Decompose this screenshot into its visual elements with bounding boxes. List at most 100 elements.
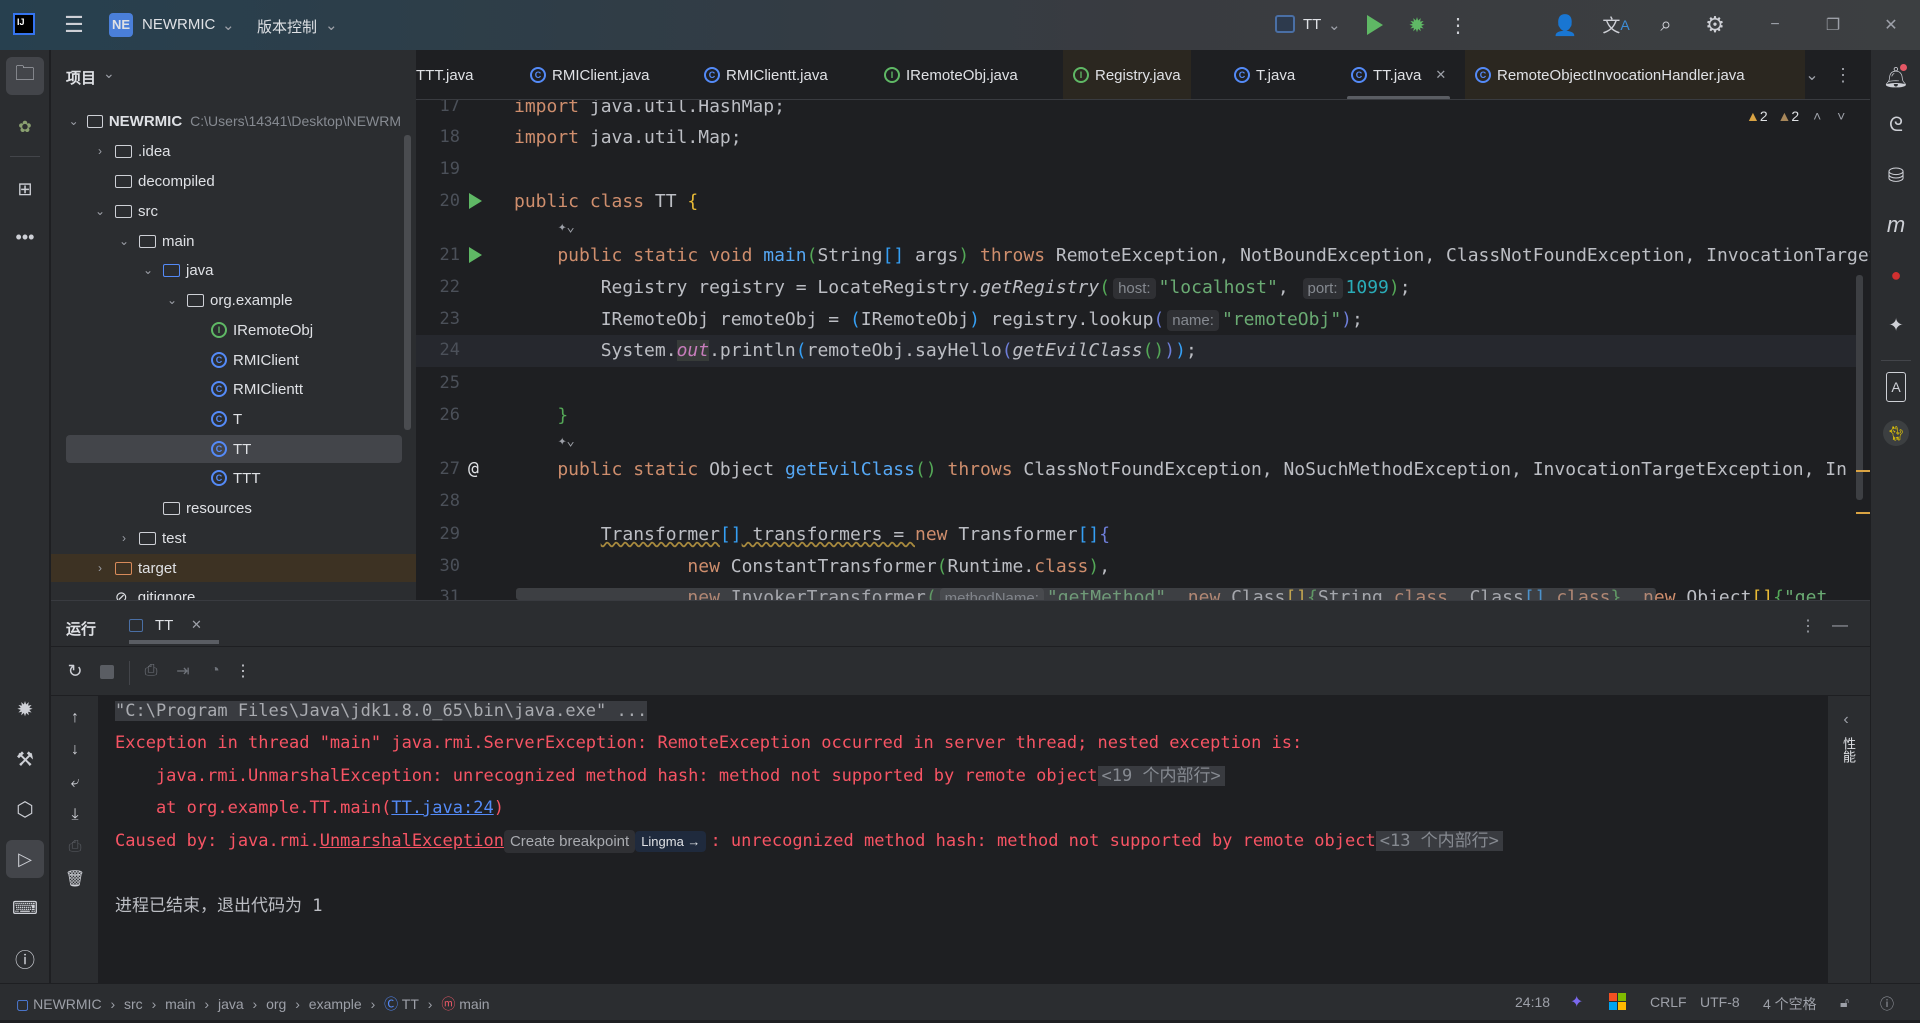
code-editor[interactable]: 17 import java.util.HashMap; 18 import java…: [416, 100, 1870, 600]
lingma-status-icon[interactable]: ✦: [1570, 992, 1583, 1012]
chevron-right-icon[interactable]: ›: [117, 531, 131, 545]
editor-vertical-scrollbar[interactable]: [1856, 275, 1863, 500]
tree-item-rmiclientt[interactable]: C RMIClientt: [51, 375, 401, 403]
hide-panel-icon[interactable]: —: [1831, 615, 1849, 637]
next-highlight-icon[interactable]: ˅: [1837, 108, 1845, 124]
collapse-side-icon[interactable]: ‹: [1837, 709, 1855, 731]
tree-item-idea[interactable]: › .idea: [51, 137, 401, 165]
close-window-icon[interactable]: ✕: [1878, 12, 1904, 38]
problems-status-icon[interactable]: ⓘ: [1880, 994, 1894, 1014]
settings-gear-icon[interactable]: ⚙: [1702, 12, 1728, 38]
tree-item-gitignore[interactable]: ⊘ .gitignore: [51, 583, 401, 601]
maven-icon[interactable]: m: [1881, 210, 1911, 240]
chevron-down-icon[interactable]: ⌄: [67, 114, 80, 128]
chevron-down-icon[interactable]: ⌄: [103, 65, 115, 82]
chevron-down-icon[interactable]: ⌄: [165, 293, 179, 307]
breadcrumb-item[interactable]: main: [459, 996, 489, 1012]
implemented-marker-icon[interactable]: @: [468, 458, 479, 479]
source-link[interactable]: TT.java:24: [391, 798, 493, 818]
rerun-icon[interactable]: ↻: [63, 659, 87, 683]
tab-ttt[interactable]: TTT.java: [416, 50, 484, 99]
tree-item-t[interactable]: CT: [51, 405, 401, 433]
project-name-dropdown[interactable]: NEWRMIC: [142, 16, 215, 33]
minimize-icon[interactable]: −: [1762, 12, 1788, 38]
tree-item-target[interactable]: › target: [51, 554, 416, 582]
breadcrumb-item[interactable]: java: [218, 996, 244, 1012]
exception-link[interactable]: UnmarshalException: [320, 831, 504, 851]
run-panel-more-icon[interactable]: ⋮: [1800, 615, 1816, 637]
chevron-down-icon[interactable]: ⌄: [141, 263, 155, 277]
scroll-to-end-icon[interactable]: ⤓: [63, 803, 87, 827]
tree-item-java[interactable]: ⌄ java: [51, 256, 401, 284]
tree-scrollbar[interactable]: [404, 135, 411, 430]
tree-item-main[interactable]: ⌄ main: [51, 227, 401, 255]
add-user-icon[interactable]: 👤: [1552, 12, 1578, 38]
import-icon[interactable]: ⇥: [171, 659, 195, 683]
build-hammer-icon[interactable]: ⚒: [10, 744, 40, 774]
run-gutter-icon[interactable]: [469, 193, 482, 209]
toolbar-more-icon[interactable]: ⋮: [235, 659, 251, 683]
app-logo-icon[interactable]: IJ: [13, 13, 35, 35]
tree-item-src[interactable]: ⌄ src: [51, 197, 401, 225]
tab-rmiclientt[interactable]: C RMIClientt.java: [694, 50, 838, 99]
run-icon[interactable]: [1367, 15, 1383, 35]
chevron-right-icon[interactable]: ›: [93, 144, 107, 158]
tab-remoteobjectinvocationhandler[interactable]: C RemoteObjectInvocationHandler.java: [1465, 50, 1805, 99]
vcs-dropdown[interactable]: 版本控制: [257, 16, 317, 37]
close-tab-icon[interactable]: ✕: [191, 617, 202, 633]
breadcrumb-item[interactable]: src: [124, 996, 143, 1012]
lingma-button[interactable]: Lingma →: [635, 831, 707, 852]
tab-rmiclient[interactable]: C RMIClient.java: [520, 50, 660, 99]
ai-assistant-icon[interactable]: ᘓ: [1881, 110, 1911, 140]
lingma-inline-icon[interactable]: ✦⌄: [558, 433, 575, 449]
tab-iremoteobj[interactable]: I IRemoteObj.java: [874, 50, 1028, 99]
tree-item-decompiled[interactable]: decompiled: [51, 167, 401, 195]
folded-lines-badge[interactable]: <19 个内部行>: [1097, 766, 1225, 786]
tree-item-tt[interactable]: C TT: [66, 435, 402, 463]
more-tools-icon[interactable]: •••: [10, 222, 40, 252]
tabs-more-icon[interactable]: ⋮: [1834, 62, 1852, 88]
performance-side-label[interactable]: 性能: [1839, 737, 1858, 763]
clear-trash-icon[interactable]: 🗑︎: [63, 867, 87, 891]
console-output[interactable]: "C:\Program Files\Java\jdk1.8.0_65\bin\j…: [98, 695, 1828, 983]
tree-item-resources[interactable]: resources: [51, 494, 401, 522]
run-gutter-icon[interactable]: [469, 247, 482, 263]
project-badge[interactable]: NE: [109, 13, 133, 37]
more-icon[interactable]: ⋮: [1448, 12, 1468, 38]
indent-setting[interactable]: 4 个空格: [1763, 994, 1817, 1014]
database-icon[interactable]: ⛁: [1881, 160, 1911, 190]
problems-icon[interactable]: ⓘ: [10, 943, 40, 973]
close-tab-icon[interactable]: ✕: [1435, 67, 1446, 83]
project-folder-icon[interactable]: 🗀: [6, 57, 44, 95]
cursor-position[interactable]: 24:18: [1515, 994, 1550, 1010]
editor-horizontal-scrollbar[interactable]: [516, 588, 1656, 600]
structure-icon[interactable]: ⊞: [10, 174, 40, 204]
breadcrumb-item[interactable]: main: [165, 996, 195, 1012]
chevron-down-icon[interactable]: ⌄: [117, 234, 131, 248]
dictionary-icon[interactable]: A: [1886, 372, 1906, 402]
plugin-logo-icon[interactable]: ✿: [10, 112, 40, 142]
debug-tool-icon[interactable]: ✹: [10, 694, 40, 724]
read-only-lock-icon[interactable]: 🔓︎: [1840, 994, 1849, 1011]
tab-registry[interactable]: I Registry.java: [1063, 50, 1191, 99]
folded-lines-badge[interactable]: <13 个内部行>: [1375, 831, 1503, 851]
breadcrumb-item[interactable]: NEWRMIC: [33, 996, 101, 1012]
stop-icon[interactable]: [100, 665, 114, 679]
create-breakpoint-button[interactable]: Create breakpoint: [503, 830, 636, 853]
search-icon[interactable]: ⌕: [1653, 12, 1679, 38]
windows-icon[interactable]: [1609, 993, 1626, 1010]
terminal-icon[interactable]: ⌨: [10, 893, 40, 923]
tab-tt[interactable]: C TT.java ✕: [1341, 50, 1456, 99]
breadcrumb-item[interactable]: TT: [402, 996, 419, 1012]
tree-item-rmiclient[interactable]: C RMIClient: [51, 346, 401, 374]
breadcrumb-item[interactable]: org: [266, 996, 286, 1012]
services-icon[interactable]: ⬡: [10, 794, 40, 824]
tree-item-test[interactable]: › test: [51, 524, 401, 552]
run-config-dropdown[interactable]: TT: [1303, 16, 1321, 33]
screenshot-icon[interactable]: ⎙: [139, 659, 163, 683]
line-separator[interactable]: CRLF: [1650, 994, 1687, 1010]
main-menu-icon[interactable]: ☰: [62, 12, 86, 37]
breadcrumb-item[interactable]: example: [309, 996, 362, 1012]
run-tab[interactable]: TT ✕: [129, 609, 219, 644]
tree-item-newrmic[interactable]: ⌄ NEWRMIC C:\Users\14341\Desktop\NEWRM: [51, 107, 401, 135]
